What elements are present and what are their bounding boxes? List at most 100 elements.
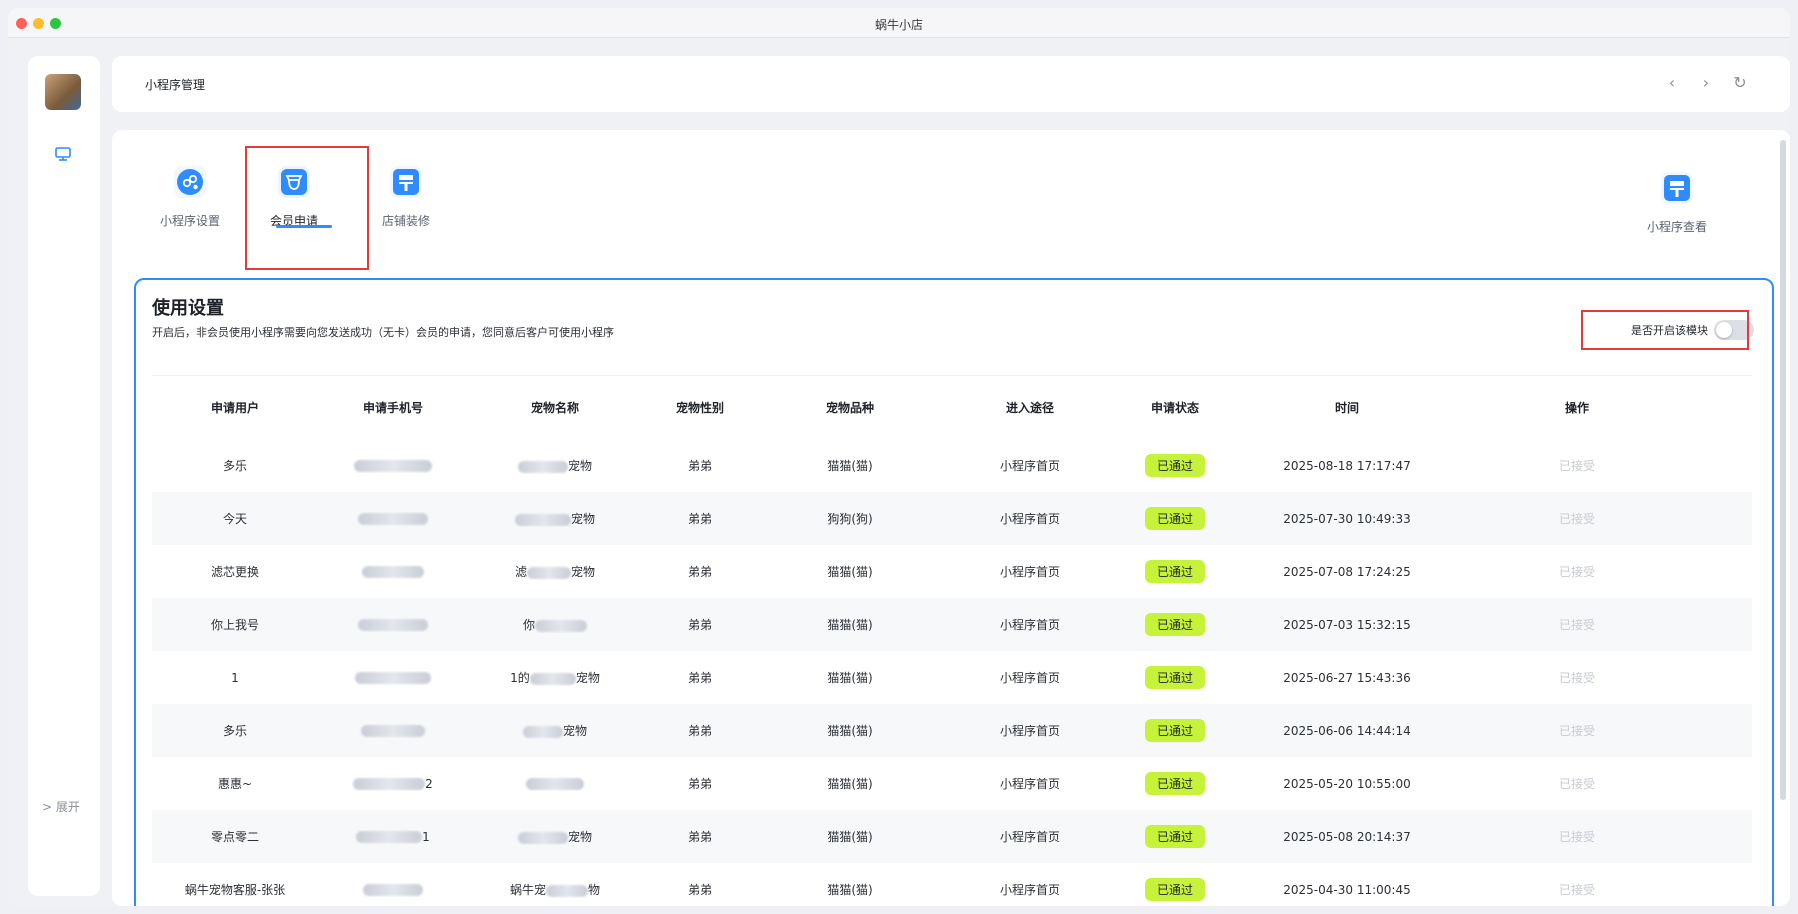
mini-program-settings-icon [174,166,206,198]
status-cell: 已通过 [1118,560,1232,583]
pet-breed: 猫猫(猫) [827,459,873,473]
status-cell: 已通过 [1118,878,1232,901]
tab-store-decoration[interactable]: 店铺装修 [356,140,456,240]
phone-cell [318,618,468,632]
redacted-phone [358,619,428,631]
applicant-name: 多乐 [222,459,247,473]
monitor-icon[interactable] [54,146,72,162]
apply-time: 2025-05-20 10:55:00 [1283,776,1411,791]
pet-name-cell: 1的 宠物 [468,669,642,686]
status-badge: 已通过 [1144,772,1205,795]
entry-source: 小程序首页 [999,618,1060,632]
pet-name-cell: 宠物 [468,722,642,739]
column-header: 宠物名称 [530,401,579,415]
redacted-phone [355,672,431,684]
chevron-left-icon[interactable]: ‹ [1660,71,1684,95]
highlight-box-tab [245,146,369,270]
app-window: 蜗牛小店 > 展开 小程序管理 ‹ › ↻ 小程序设置 会员申请 店铺装修 小程… [8,8,1790,906]
pet-breed: 猫猫(猫) [827,671,873,685]
pet-gender: 弟弟 [687,777,712,791]
accepted-action: 已接受 [1558,830,1595,844]
column-header: 操作 [1564,401,1589,415]
tab-label: 小程序查看 [1646,220,1707,234]
refresh-icon[interactable]: ↻ [1728,71,1752,95]
pet-breed: 猫猫(猫) [827,618,873,632]
pet-name-suffix: 宠物 [567,459,592,473]
table-row[interactable]: 零点零二 1 宠物 弟弟 猫猫(猫) 小程序首页 已通过 2025-05-08 20:14:3… [152,810,1752,863]
column-header: 申请状态 [1150,401,1199,415]
redacted-pet-name [535,619,587,632]
chevron-right-icon[interactable]: › [1694,71,1718,95]
pet-breed: 狗狗(狗) [827,512,873,526]
pet-name-cell: 宠物 [468,457,642,474]
page-title: 小程序管理 [145,78,206,92]
accepted-action: 已接受 [1558,459,1595,473]
applicant-name: 今天 [222,512,247,526]
redacted-phone [354,460,432,472]
table-row[interactable]: 滤芯更换 滤 宠物 弟弟 猫猫(猫) 小程序首页 已通过 2025-07-08 17:24:2… [152,545,1752,598]
pet-name-prefix: 蜗牛宠 [509,883,546,897]
table-row[interactable]: 你上我号 你 弟弟 猫猫(猫) 小程序首页 已通过 2025-07-03 15:32:15 已… [152,598,1752,651]
status-badge: 已通过 [1144,454,1205,477]
applicant-name: 蜗牛宠物客服-张张 [184,883,286,897]
pet-breed: 猫猫(猫) [827,830,873,844]
pet-name-cell: 宠物 [468,510,642,527]
usage-settings-card: 使用设置 开启后，非会员使用小程序需要向您发送成功（无卡）会员的申请，您同意后客… [134,278,1774,906]
entry-source: 小程序首页 [999,724,1060,738]
entry-source: 小程序首页 [999,830,1060,844]
redacted-pet-name [526,778,584,790]
accepted-action: 已接受 [1558,777,1595,791]
applicant-name: 零点零二 [210,830,259,844]
avatar[interactable] [45,74,81,110]
redacted-phone [362,566,424,578]
pet-name-suffix: 宠物 [571,565,596,579]
table-row[interactable]: 惠惠~ 2 弟弟 猫猫(猫) 小程序首页 已通过 2025-05-20 10:55:00 已接… [152,757,1752,810]
applicant-name: 你上我号 [210,618,259,632]
pet-gender: 弟弟 [687,830,712,844]
status-badge: 已通过 [1144,878,1205,901]
status-cell: 已通过 [1118,666,1232,689]
apply-time: 2025-06-06 14:44:14 [1283,723,1411,738]
pet-name-prefix: 滤 [514,565,527,579]
phone-cell [318,724,468,738]
table-row[interactable]: 多乐 宠物 弟弟 猫猫(猫) 小程序首页 已通过 2025-06-06 14:44:14 已接… [152,704,1752,757]
table-row[interactable]: 蜗牛宠物客服-张张 蜗牛宠 物 弟弟 猫猫(猫) 小程序首页 已通过 2025-04-30 1… [152,863,1752,906]
window-title: 蜗牛小店 [874,18,923,32]
redacted-phone [353,778,426,790]
phone-cell [318,565,468,579]
status-badge: 已通过 [1144,666,1205,689]
phone-cell [318,512,468,526]
table-row[interactable]: 1 1的 宠物 弟弟 猫猫(猫) 小程序首页 已通过 2025-06-27 15:43:36 已… [152,651,1752,704]
column-header: 宠物性别 [675,401,724,415]
sidebar-expand-button[interactable]: > 展开 [42,798,80,815]
column-header: 进入途径 [1005,401,1054,415]
tab-mini-program-settings[interactable]: 小程序设置 [140,140,240,240]
scrollbar[interactable] [1780,140,1786,800]
pet-gender: 弟弟 [687,724,712,738]
status-badge: 已通过 [1144,507,1205,530]
pet-name-cell: 宠物 [468,828,642,845]
pet-name-suffix: 物 [588,883,601,897]
phone-visible-part: 2 [425,776,433,791]
accepted-action: 已接受 [1558,512,1595,526]
pet-breed: 猫猫(猫) [827,883,873,897]
pet-gender: 弟弟 [687,512,712,526]
apply-time: 2025-07-08 17:24:25 [1283,564,1411,579]
apply-time: 2025-06-27 15:43:36 [1283,670,1411,685]
phone-cell: 1 [318,830,468,844]
status-cell: 已通过 [1118,613,1232,636]
redacted-phone [356,831,423,843]
main-panel: 小程序设置 会员申请 店铺装修 小程序查看 使用设置 开启后，非会员使用小程序需… [112,130,1790,906]
redacted-pet-name [514,513,571,526]
accepted-action: 已接受 [1558,618,1595,632]
pet-gender: 弟弟 [687,618,712,632]
apply-time: 2025-05-08 20:14:37 [1283,829,1411,844]
accepted-action: 已接受 [1558,565,1595,579]
applicant-name: 惠惠~ [217,777,253,791]
redacted-pet-name [522,725,563,738]
tab-mini-program-view[interactable]: 小程序查看 [1627,146,1727,246]
pet-gender: 弟弟 [687,565,712,579]
table-row[interactable]: 多乐 宠物 弟弟 猫猫(猫) 小程序首页 已通过 2025-08-18 17:17:47 已接… [152,439,1752,492]
table-row[interactable]: 今天 宠物 弟弟 狗狗(狗) 小程序首页 已通过 2025-07-30 10:49:33 已接… [152,492,1752,545]
applicant-name: 1 [231,670,239,685]
